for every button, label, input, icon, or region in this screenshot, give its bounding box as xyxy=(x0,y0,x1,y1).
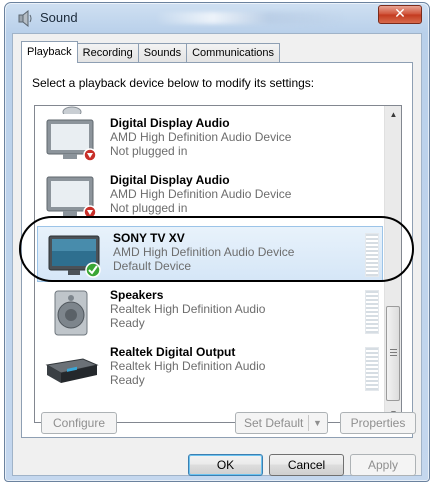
device-description: AMD High Definition Audio Device xyxy=(113,245,295,259)
grip-icon xyxy=(390,349,397,356)
scroll-up-arrow-icon[interactable]: ▲ xyxy=(385,106,401,123)
device-name: Digital Display Audio xyxy=(110,173,230,187)
device-name: Realtek Digital Output xyxy=(110,345,236,359)
device-name: Speakers xyxy=(110,288,164,302)
digital-output-icon xyxy=(45,358,99,383)
device-status: Ready xyxy=(110,316,145,330)
device-description: Realtek High Definition Audio xyxy=(110,359,266,373)
close-button[interactable]: ✕ xyxy=(378,5,422,24)
speaker-title-icon xyxy=(18,10,32,27)
apply-button[interactable]: Apply xyxy=(350,454,416,476)
device-status: Not plugged in xyxy=(110,144,188,158)
device-item-speakers[interactable]: Speakers Realtek High Definition Audio R… xyxy=(35,284,384,340)
scroll-thumb[interactable] xyxy=(386,306,400,401)
tab-recording[interactable]: Recording xyxy=(76,43,139,63)
window-title: Sound xyxy=(40,10,78,25)
title-blur xyxy=(155,12,345,24)
sound-dialog: Sound ✕ Playback Recording Sounds Commun… xyxy=(4,2,430,482)
device-list[interactable]: Digital Display Audio AMD High Definitio… xyxy=(34,105,402,423)
device-description: AMD High Definition Audio Device xyxy=(110,130,292,144)
device-name: Digital Display Audio xyxy=(110,116,230,130)
tab-communications[interactable]: Communications xyxy=(186,43,281,63)
device-item-digital-display-1[interactable]: Digital Display Audio AMD High Definitio… xyxy=(35,112,384,168)
instruction-text: Select a playback device below to modify… xyxy=(32,76,315,90)
set-default-button[interactable]: Set Default ▼ xyxy=(235,412,328,434)
tab-playback[interactable]: Playback xyxy=(21,41,78,63)
speaker-icon xyxy=(54,290,88,336)
ok-button[interactable]: OK xyxy=(188,454,263,476)
dialog-client: Playback Recording Sounds Communications… xyxy=(12,33,422,476)
dropdown-arrow-icon[interactable]: ▼ xyxy=(313,413,322,433)
title-bar[interactable]: Sound ✕ xyxy=(5,3,429,33)
set-default-label: Set Default xyxy=(244,416,304,430)
device-description: Realtek High Definition Audio xyxy=(110,302,266,316)
device-item-sony-tv[interactable]: SONY TV XV AMD High Definition Audio Dev… xyxy=(37,226,383,282)
monitor-icon xyxy=(46,119,97,162)
device-item-digital-display-2[interactable]: Digital Display Audio AMD High Definitio… xyxy=(35,169,384,225)
vertical-scrollbar[interactable]: ▲ ▼ xyxy=(384,106,401,422)
volume-meter xyxy=(365,347,379,391)
device-status: Ready xyxy=(110,373,145,387)
volume-meter xyxy=(365,290,379,334)
device-name: SONY TV XV xyxy=(113,231,185,245)
monitor-icon xyxy=(46,176,97,219)
tab-strip: Playback Recording Sounds Communications xyxy=(21,41,281,63)
split-divider xyxy=(308,415,309,431)
device-status: Not plugged in xyxy=(110,201,188,215)
cancel-button[interactable]: Cancel xyxy=(269,454,344,476)
device-status: Default Device xyxy=(113,259,192,273)
device-description: AMD High Definition Audio Device xyxy=(110,187,292,201)
configure-button[interactable]: Configure xyxy=(41,412,117,434)
volume-meter xyxy=(365,233,379,277)
properties-button[interactable]: Properties xyxy=(340,412,416,434)
tab-sounds[interactable]: Sounds xyxy=(137,43,188,63)
device-item-realtek-digital[interactable]: Realtek Digital Output Realtek High Defi… xyxy=(35,341,384,397)
tv-icon xyxy=(48,235,101,278)
playback-panel: Select a playback device below to modify… xyxy=(21,62,413,438)
